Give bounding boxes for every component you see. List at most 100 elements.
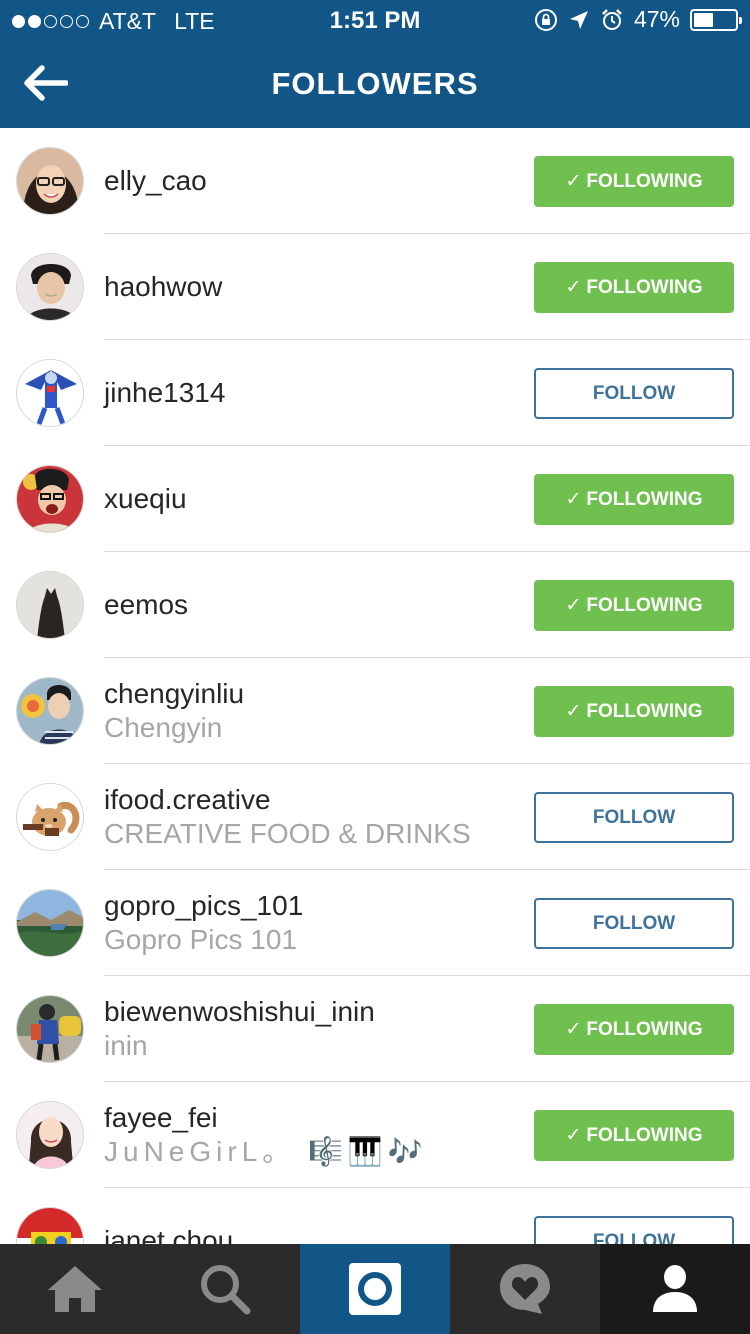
following-button[interactable]: ✓ FOLLOWING xyxy=(534,474,734,525)
list-item[interactable]: eemos ✓ FOLLOWING xyxy=(0,552,750,658)
home-icon xyxy=(48,1266,102,1312)
name-block: elly_cao xyxy=(104,128,520,234)
status-bar: AT&T LTE 1:51 PM 47% xyxy=(0,0,750,40)
tab-bar xyxy=(0,1244,750,1334)
name-block: xueqiu xyxy=(104,446,520,552)
name-block: eemos xyxy=(104,552,520,658)
username[interactable]: jinhe1314 xyxy=(104,376,520,410)
tab-profile[interactable] xyxy=(600,1244,750,1334)
name-block: chengyinliu Chengyin xyxy=(104,658,520,764)
full-name: Gopro Pics 101 xyxy=(104,924,297,955)
button-label: FOLLOWING xyxy=(586,276,703,298)
name-block: ifood.creative CREATIVE FOOD & DRINKS xyxy=(104,764,520,870)
button-label: FOLLOWING xyxy=(586,170,703,192)
tab-home[interactable] xyxy=(0,1244,150,1334)
checkmark-icon: ✓ xyxy=(565,1019,582,1040)
username[interactable]: chengyinliu xyxy=(104,677,520,711)
name-block: fayee_fei JuNeGirL。 🎼🎹🎶 xyxy=(104,1082,520,1188)
button-label: FOLLOWING xyxy=(586,594,703,616)
avatar[interactable] xyxy=(16,995,84,1063)
heart-bubble-icon xyxy=(500,1264,550,1314)
list-item[interactable]: fayee_fei JuNeGirL。 🎼🎹🎶 ✓ FOLLOWING xyxy=(0,1082,750,1188)
orientation-lock-icon xyxy=(534,8,557,31)
profile-icon xyxy=(653,1265,697,1312)
followers-list[interactable]: elly_cao ✓ FOLLOWING haohwow ✓ FOLLOWING xyxy=(0,128,750,1244)
username[interactable]: gopro_pics_101 xyxy=(104,889,520,923)
button-label: FOLLOW xyxy=(592,382,676,404)
following-button[interactable]: ✓ FOLLOWING xyxy=(534,580,734,631)
button-label: FOLLOWING xyxy=(586,488,703,510)
username[interactable]: eemos xyxy=(104,588,520,622)
following-button[interactable]: ✓ FOLLOWING xyxy=(534,156,734,207)
checkmark-icon: ✓ xyxy=(565,1125,582,1146)
list-item[interactable]: jinhe1314 FOLLOW xyxy=(0,340,750,446)
avatar[interactable] xyxy=(16,359,84,427)
following-button[interactable]: ✓ FOLLOWING xyxy=(534,1004,734,1055)
username[interactable]: xueqiu xyxy=(104,482,520,516)
tab-camera[interactable] xyxy=(300,1244,450,1334)
button-label: FOLLOW xyxy=(592,806,676,828)
status-right: 47% xyxy=(534,6,742,33)
button-label: FOLLOWING xyxy=(586,1124,703,1146)
following-button[interactable]: ✓ FOLLOWING xyxy=(534,1110,734,1161)
checkmark-icon: ✓ xyxy=(565,277,582,298)
follow-button[interactable]: FOLLOW xyxy=(534,898,734,949)
checkmark-icon: ✓ xyxy=(565,701,582,722)
checkmark-icon: ✓ xyxy=(565,171,582,192)
battery-icon xyxy=(690,8,742,31)
full-name: inin xyxy=(104,1030,148,1061)
list-item[interactable]: chengyinliu Chengyin ✓ FOLLOWING xyxy=(0,658,750,764)
avatar[interactable] xyxy=(16,783,84,851)
name-block: gopro_pics_101 Gopro Pics 101 xyxy=(104,870,520,976)
name-block: biewenwoshishui_inin inin xyxy=(104,976,520,1082)
follow-button[interactable]: FOLLOW xyxy=(534,792,734,843)
full-name: Chengyin xyxy=(104,712,223,743)
list-item[interactable]: ifood.creative CREATIVE FOOD & DRINKS FO… xyxy=(0,764,750,870)
avatar[interactable] xyxy=(16,147,84,215)
button-label: FOLLOW xyxy=(592,1230,676,1245)
checkmark-icon: ✓ xyxy=(565,595,582,616)
list-item[interactable]: haohwow ✓ FOLLOWING xyxy=(0,234,750,340)
list-item[interactable]: janet.chou FOLLOW xyxy=(0,1188,750,1244)
following-button[interactable]: ✓ FOLLOWING xyxy=(534,262,734,313)
following-button[interactable]: ✓ FOLLOWING xyxy=(534,686,734,737)
search-icon xyxy=(201,1265,251,1315)
username[interactable]: janet.chou xyxy=(104,1224,520,1244)
name-block: jinhe1314 xyxy=(104,340,520,446)
list-item[interactable]: biewenwoshishui_inin inin ✓ FOLLOWING xyxy=(0,976,750,1082)
avatar[interactable] xyxy=(16,465,84,533)
tab-search[interactable] xyxy=(150,1244,300,1334)
username[interactable]: ifood.creative xyxy=(104,783,520,817)
top-bar: AT&T LTE 1:51 PM 47% FOLLOWERS xyxy=(0,0,750,128)
button-label: FOLLOWING xyxy=(586,1018,703,1040)
follow-button[interactable]: FOLLOW xyxy=(534,368,734,419)
button-label: FOLLOWING xyxy=(586,700,703,722)
tab-activity[interactable] xyxy=(450,1244,600,1334)
name-block: janet.chou xyxy=(104,1188,520,1244)
avatar[interactable] xyxy=(16,1207,84,1244)
username[interactable]: biewenwoshishui_inin xyxy=(104,995,520,1029)
button-label: FOLLOW xyxy=(592,912,676,934)
full-name: CREATIVE FOOD & DRINKS xyxy=(104,818,471,849)
name-block: haohwow xyxy=(104,234,520,340)
avatar[interactable] xyxy=(16,677,84,745)
follow-button[interactable]: FOLLOW xyxy=(534,1216,734,1244)
username[interactable]: haohwow xyxy=(104,270,520,304)
avatar[interactable] xyxy=(16,889,84,957)
username[interactable]: elly_cao xyxy=(104,164,520,198)
camera-icon xyxy=(349,1263,401,1315)
checkmark-icon: ✓ xyxy=(565,489,582,510)
avatar[interactable] xyxy=(16,253,84,321)
battery-fill xyxy=(694,12,713,27)
battery-percent: 47% xyxy=(633,6,680,32)
alarm-icon xyxy=(602,8,622,30)
full-name: JuNeGirL。 🎼🎹🎶 xyxy=(104,1136,428,1167)
list-item[interactable]: gopro_pics_101 Gopro Pics 101 FOLLOW xyxy=(0,870,750,976)
username[interactable]: fayee_fei xyxy=(104,1101,520,1135)
avatar[interactable] xyxy=(16,1101,84,1169)
list-item[interactable]: elly_cao ✓ FOLLOWING xyxy=(0,128,750,234)
avatar[interactable] xyxy=(16,571,84,639)
location-arrow-icon xyxy=(569,10,588,29)
page-title: FOLLOWERS xyxy=(271,66,479,101)
list-item[interactable]: xueqiu ✓ FOLLOWING xyxy=(0,446,750,552)
